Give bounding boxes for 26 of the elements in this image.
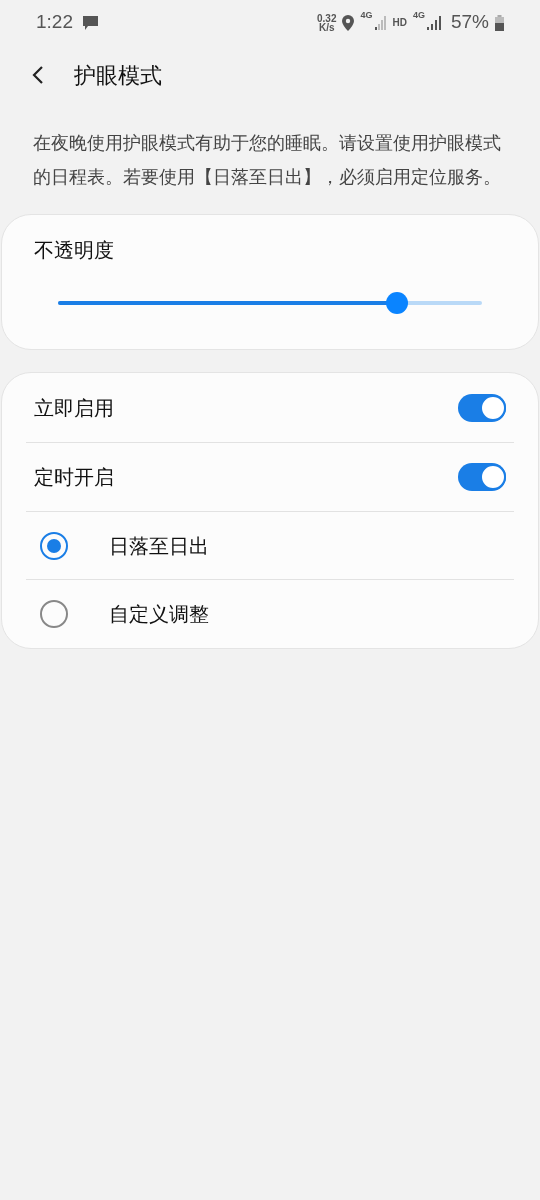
battery-icon: [495, 14, 504, 31]
network-type: 4G: [360, 9, 373, 23]
toggle-switch[interactable]: [458, 394, 506, 422]
location-icon: [342, 14, 355, 31]
network-speed-unit: K/s: [318, 22, 335, 32]
option-label: 日落至日出: [109, 533, 209, 559]
clock: 1:22: [36, 10, 73, 35]
setting-label: 定时开启: [34, 465, 114, 490]
back-icon: [32, 65, 44, 85]
signal-icon: [374, 15, 387, 30]
opacity-slider[interactable]: [58, 292, 482, 314]
opacity-label: 不透明度: [34, 238, 115, 263]
signal-icon: [426, 15, 441, 30]
description: 在夜晚使用护眼模式有助于您的睡眠。请设置使用护眼模式的日程表。若要使用【日落至日出】，必须启用定位服务。: [32, 132, 502, 189]
slider-thumb[interactable]: [386, 292, 409, 314]
option-label: 自定义调整: [109, 601, 209, 627]
hd-label: HD: [392, 16, 407, 30]
message-icon: [82, 14, 99, 31]
setting-label: 立即启用: [34, 396, 114, 421]
battery-percentage: 57%: [450, 10, 489, 35]
toggle-switch[interactable]: [458, 463, 506, 491]
network-type: 4G: [412, 9, 425, 23]
network-speed: 0.32: [317, 13, 337, 23]
radio-button[interactable]: [40, 599, 68, 628]
page-title: 护眼模式: [74, 61, 162, 90]
radio-button[interactable]: [40, 531, 68, 560]
